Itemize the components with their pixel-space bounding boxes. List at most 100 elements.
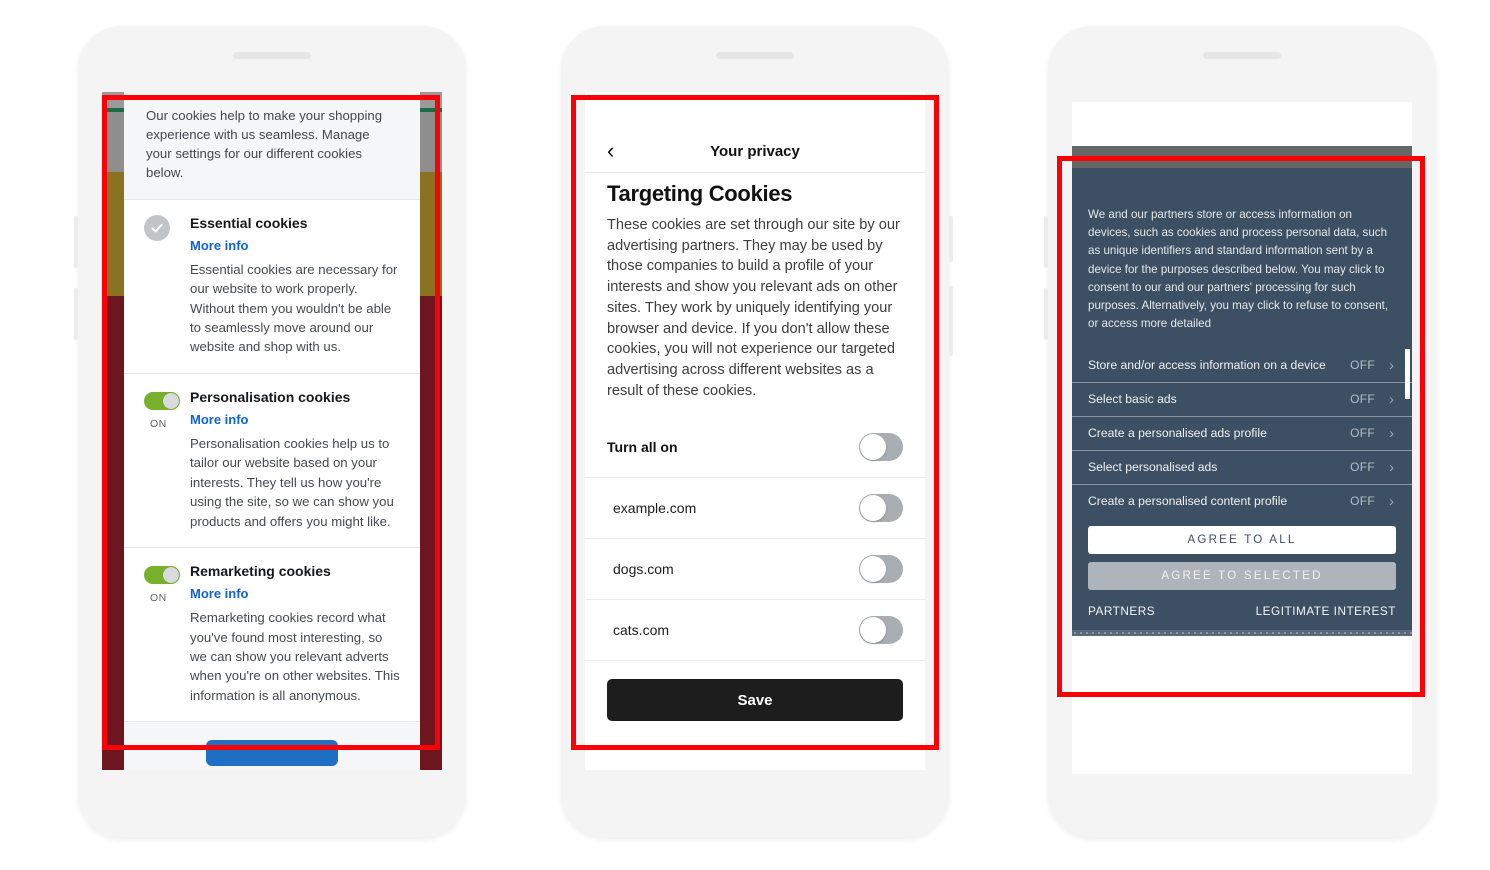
legitimate-interest-link[interactable]: LEGITIMATE INTEREST — [1256, 604, 1396, 618]
purpose-label: Store and/or access information on a dev… — [1088, 358, 1326, 373]
phone-side-button[interactable] — [949, 286, 953, 356]
purpose-row-select-basic-ads[interactable]: Select basic ads OFF › — [1072, 383, 1412, 417]
phone-side-button[interactable] — [1044, 216, 1048, 268]
list-item-example-com[interactable]: example.com — [585, 478, 925, 540]
toggle-state-label: ON — [150, 417, 167, 430]
vendor-toggle-list: Turn all on example.com dogs.com cats.co… — [585, 417, 925, 662]
save-button[interactable]: Save — [607, 679, 903, 722]
more-info-link[interactable]: More info — [190, 586, 400, 601]
cookie-section-body: Personalisation cookies More info Person… — [190, 388, 400, 531]
list-item-label: dogs.com — [613, 561, 674, 578]
list-item-turn-all-on[interactable]: Turn all on — [585, 417, 925, 479]
speaker-grille-icon — [716, 52, 794, 59]
page-title: Targeting Cookies — [607, 181, 793, 206]
screenshot-stage: Our cookies help to make your shopping e… — [0, 0, 1490, 870]
personalisation-toggle[interactable] — [144, 391, 180, 410]
dogs-com-toggle[interactable] — [859, 555, 903, 584]
cookie-section-description: Essential cookies are necessary for our … — [190, 261, 398, 355]
consent-panel-spacer — [1072, 168, 1412, 206]
chevron-right-icon: › — [1389, 390, 1394, 408]
phone-frame-3: We and our partners store or access info… — [1044, 26, 1436, 838]
phone-1-screen: Our cookies help to make your shopping e… — [102, 92, 442, 770]
phone-frame-1: Our cookies help to make your shopping e… — [74, 26, 466, 838]
purpose-state: OFF — [1350, 426, 1375, 441]
page-description: These cookies are set through our site b… — [607, 217, 900, 399]
cookie-control-column — [144, 214, 190, 357]
chevron-right-icon: › — [1389, 458, 1394, 476]
speaker-grille-icon — [1203, 52, 1281, 59]
purpose-state: OFF — [1350, 358, 1375, 373]
purpose-state: OFF — [1350, 392, 1375, 407]
chevron-right-icon: › — [1389, 424, 1394, 442]
speaker-grille-icon — [233, 52, 311, 59]
phone-side-button[interactable] — [949, 216, 953, 262]
example-com-toggle[interactable] — [859, 494, 903, 523]
phone-2-screen: ‹ Your privacy Targeting Cookies These c… — [585, 92, 925, 770]
toggle-knob — [163, 567, 179, 583]
agree-to-selected-button[interactable]: AGREE TO SELECTED — [1088, 561, 1396, 590]
list-item-cats-com[interactable]: cats.com — [585, 600, 925, 662]
phone-side-button[interactable] — [74, 288, 78, 340]
cookie-section-description: Personalisation cookies help us to tailo… — [190, 435, 394, 529]
cookie-section-essential: Essential cookies More info Essential co… — [124, 198, 420, 373]
consent-actions: AGREE TO ALL AGREE TO SELECTED — [1072, 518, 1412, 590]
list-item-label: Turn all on — [607, 439, 678, 456]
toggle-knob — [860, 434, 886, 461]
chevron-right-icon: › — [1389, 356, 1394, 374]
cookie-intro-text: Our cookies help to make your shopping e… — [124, 92, 420, 199]
more-info-link[interactable]: More info — [190, 412, 400, 427]
purpose-label: Create a personalised content profile — [1088, 494, 1288, 509]
partners-link[interactable]: PARTNERS — [1088, 604, 1155, 618]
list-item-label: cats.com — [613, 622, 670, 639]
purpose-row-personalised-ads[interactable]: Select personalised ads OFF › — [1072, 451, 1412, 485]
phone-frame-2: ‹ Your privacy Targeting Cookies These c… — [561, 26, 953, 838]
panel-bottom-texture — [1072, 629, 1412, 636]
header-title: Your privacy — [710, 142, 800, 160]
purpose-label: Create a personalised ads profile — [1088, 426, 1267, 441]
cookie-control-column: ON — [144, 562, 190, 705]
cookie-sheet-footer — [124, 721, 420, 770]
page-bg-bottom — [1072, 636, 1412, 774]
accept-cookies-button[interactable] — [206, 740, 338, 767]
cookie-section-title: Remarketing cookies — [190, 563, 331, 579]
cookie-control-column: ON — [144, 388, 190, 531]
cats-com-toggle[interactable] — [859, 616, 903, 645]
purpose-state: OFF — [1350, 460, 1375, 475]
cookie-section-body: Remarketing cookies More info Remarketin… — [190, 562, 400, 705]
toggle-state-label: ON — [150, 592, 167, 604]
agree-to-all-button[interactable]: AGREE TO ALL — [1088, 525, 1396, 554]
purpose-state: OFF — [1350, 494, 1375, 509]
toggle-knob — [860, 617, 886, 644]
purpose-label: Select personalised ads — [1088, 460, 1218, 475]
purpose-row-ads-profile[interactable]: Create a personalised ads profile OFF › — [1072, 417, 1412, 451]
cookie-section-title: Personalisation cookies — [190, 388, 351, 405]
cookie-section-description: Remarketing cookies record what you've f… — [190, 610, 400, 703]
list-scrollbar[interactable] — [1405, 348, 1410, 399]
remarketing-toggle[interactable] — [144, 566, 180, 584]
more-info-link[interactable]: More info — [190, 238, 400, 253]
check-circle-icon — [144, 214, 170, 241]
consent-footer-links: PARTNERS LEGITIMATE INTEREST — [1072, 590, 1412, 630]
toggle-knob — [163, 392, 179, 409]
page-bg-band — [1072, 146, 1412, 168]
phone-side-button[interactable] — [74, 216, 78, 268]
phone-3-screen: We and our partners store or access info… — [1072, 102, 1412, 774]
cookie-settings-sheet: Our cookies help to make your shopping e… — [124, 92, 420, 770]
phone-side-button[interactable] — [1044, 288, 1048, 340]
screen-header: ‹ Your privacy — [585, 140, 925, 172]
targeting-cookies-panel: ‹ Your privacy Targeting Cookies These c… — [585, 92, 925, 770]
list-item-label: example.com — [613, 500, 697, 517]
cookie-section-title: Essential cookies — [190, 214, 308, 231]
consent-panel: We and our partners store or access info… — [1072, 168, 1412, 636]
cookie-section-remarketing: ON Remarketing cookies More info Remarke… — [124, 547, 420, 721]
purpose-row-store-access[interactable]: Store and/or access information on a dev… — [1072, 349, 1412, 383]
toggle-knob — [860, 556, 886, 583]
cookie-section-personalisation: ON Personalisation cookies More info Per… — [124, 372, 420, 547]
purpose-row-content-profile[interactable]: Create a personalised content profile OF… — [1072, 485, 1412, 518]
status-bar-spacer — [585, 92, 925, 140]
page-bg-top — [1072, 102, 1412, 146]
turn-all-on-toggle[interactable] — [859, 433, 903, 462]
purpose-list: Store and/or access information on a dev… — [1072, 348, 1412, 518]
consent-intro-text: We and our partners store or access info… — [1088, 208, 1389, 330]
list-item-dogs-com[interactable]: dogs.com — [585, 539, 925, 601]
